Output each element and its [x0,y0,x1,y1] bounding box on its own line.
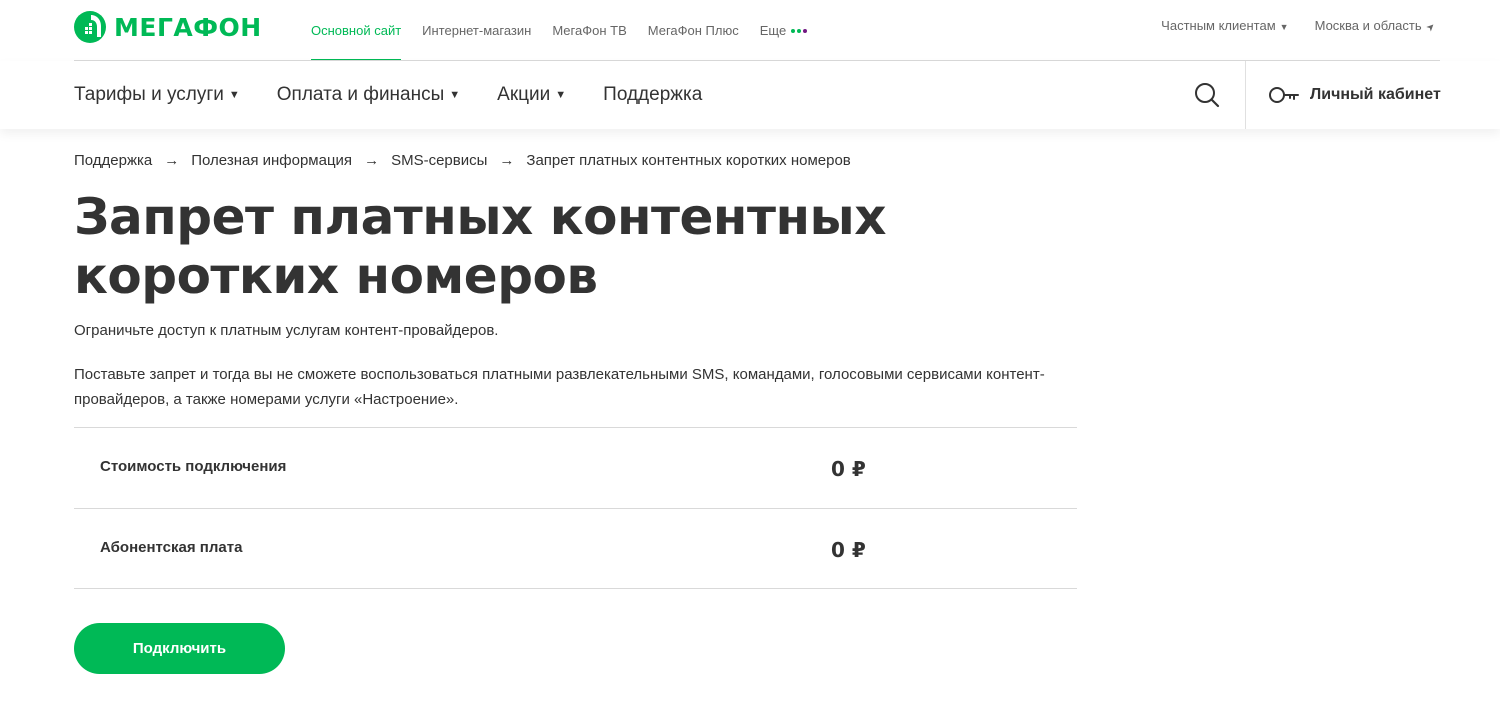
connect-button[interactable]: Подключить [74,623,285,674]
more-dots-icon [791,28,809,33]
price-row-connection: Стоимость подключения 0 ₽ [74,427,1077,508]
nav-item-tariffs[interactable]: Тарифы и услуги ▼ [74,84,240,106]
price-table: Стоимость подключения 0 ₽ Абонентская пл… [74,427,1077,589]
top-link-more[interactable]: Еще [760,0,809,61]
top-link-tv[interactable]: МегаФон ТВ [552,0,626,61]
main-nav: Тарифы и услуги ▼ Оплата и финансы ▼ Акции… [0,61,1500,129]
logo-text: МЕГАФОН [114,12,262,42]
region-selector[interactable]: Москва и область ➤ [1314,17,1438,34]
top-link-more-label: Еще [759,23,787,38]
nav-item-promotions-label: Акции [497,84,551,105]
nav-item-tariffs-label: Тарифы и услуги [74,84,224,105]
main-menu: Тарифы и услуги ▼ Оплата и финансы ▼ Акции… [74,61,739,129]
breadcrumb-item-current: Запрет платных контентных коротких номер… [526,152,851,169]
top-link-shop[interactable]: Интернет-магазин [422,0,531,61]
page-title-line-1: Запрет платных контентных [74,188,886,246]
chevron-down-icon: ▼ [449,89,461,101]
description-text: Поставьте запрет и тогда вы не сможете в… [74,366,1045,408]
breadcrumb-item-useful-info[interactable]: Полезная информация [191,152,352,169]
nav-item-support-label: Поддержка [603,84,703,105]
breadcrumb: Поддержка → Полезная информация → SMS-се… [74,152,851,169]
top-bar: МЕГАФОН Основной сайт Интернет-магазин М… [0,0,1500,62]
logo[interactable]: МЕГАФОН [74,10,262,44]
personal-account-label: Личный кабинет [1310,86,1441,103]
key-icon [1269,87,1299,103]
personal-account-link[interactable]: Личный кабинет [1268,61,1441,129]
page-title-line-2: коротких номеров [74,247,598,305]
nav-item-promotions[interactable]: Акции ▼ [497,84,566,106]
price-value-subscription: 0 ₽ [831,538,866,562]
breadcrumb-arrow-icon: → [499,152,515,169]
top-right: Частным клиентам ▼ Москва и область ➤ [1135,0,1438,50]
breadcrumb-item-support[interactable]: Поддержка [74,152,152,169]
nav-item-payment-label: Оплата и финансы [276,84,445,105]
nav-item-support[interactable]: Поддержка [603,84,702,106]
breadcrumb-arrow-icon: → [364,152,380,169]
segment-label: Частным клиентам [1161,17,1276,33]
region-label: Москва и область [1314,17,1422,33]
top-link-plus[interactable]: МегаФон Плюс [648,0,739,61]
chevron-down-icon: ▼ [1279,21,1289,32]
chevron-down-icon: ▼ [228,89,240,101]
segment-selector[interactable]: Частным клиентам ▼ [1161,18,1288,33]
lead-text: Ограничьте доступ к платным услугам конт… [74,322,499,339]
megafon-logo-icon [74,11,106,43]
breadcrumb-item-sms-services[interactable]: SMS-сервисы [391,152,487,169]
page-title: Запрет платных контентных коротких номер… [74,188,974,306]
search-icon[interactable] [1193,81,1221,109]
breadcrumb-arrow-icon: → [164,152,180,169]
top-link-main-site[interactable]: Основной сайт [311,0,402,62]
price-label-connection: Стоимость подключения [100,458,287,475]
price-value-connection: 0 ₽ [831,457,866,481]
top-links: Основной сайт Интернет-магазин МегаФон Т… [311,0,830,62]
chevron-down-icon: ▼ [555,89,567,101]
price-row-subscription: Абонентская плата 0 ₽ [74,508,1077,589]
price-label-subscription: Абонентская плата [100,539,243,556]
location-arrow-icon: ➤ [1423,20,1438,34]
nav-item-payment[interactable]: Оплата и финансы ▼ [277,84,460,106]
nav-divider [1245,61,1246,129]
